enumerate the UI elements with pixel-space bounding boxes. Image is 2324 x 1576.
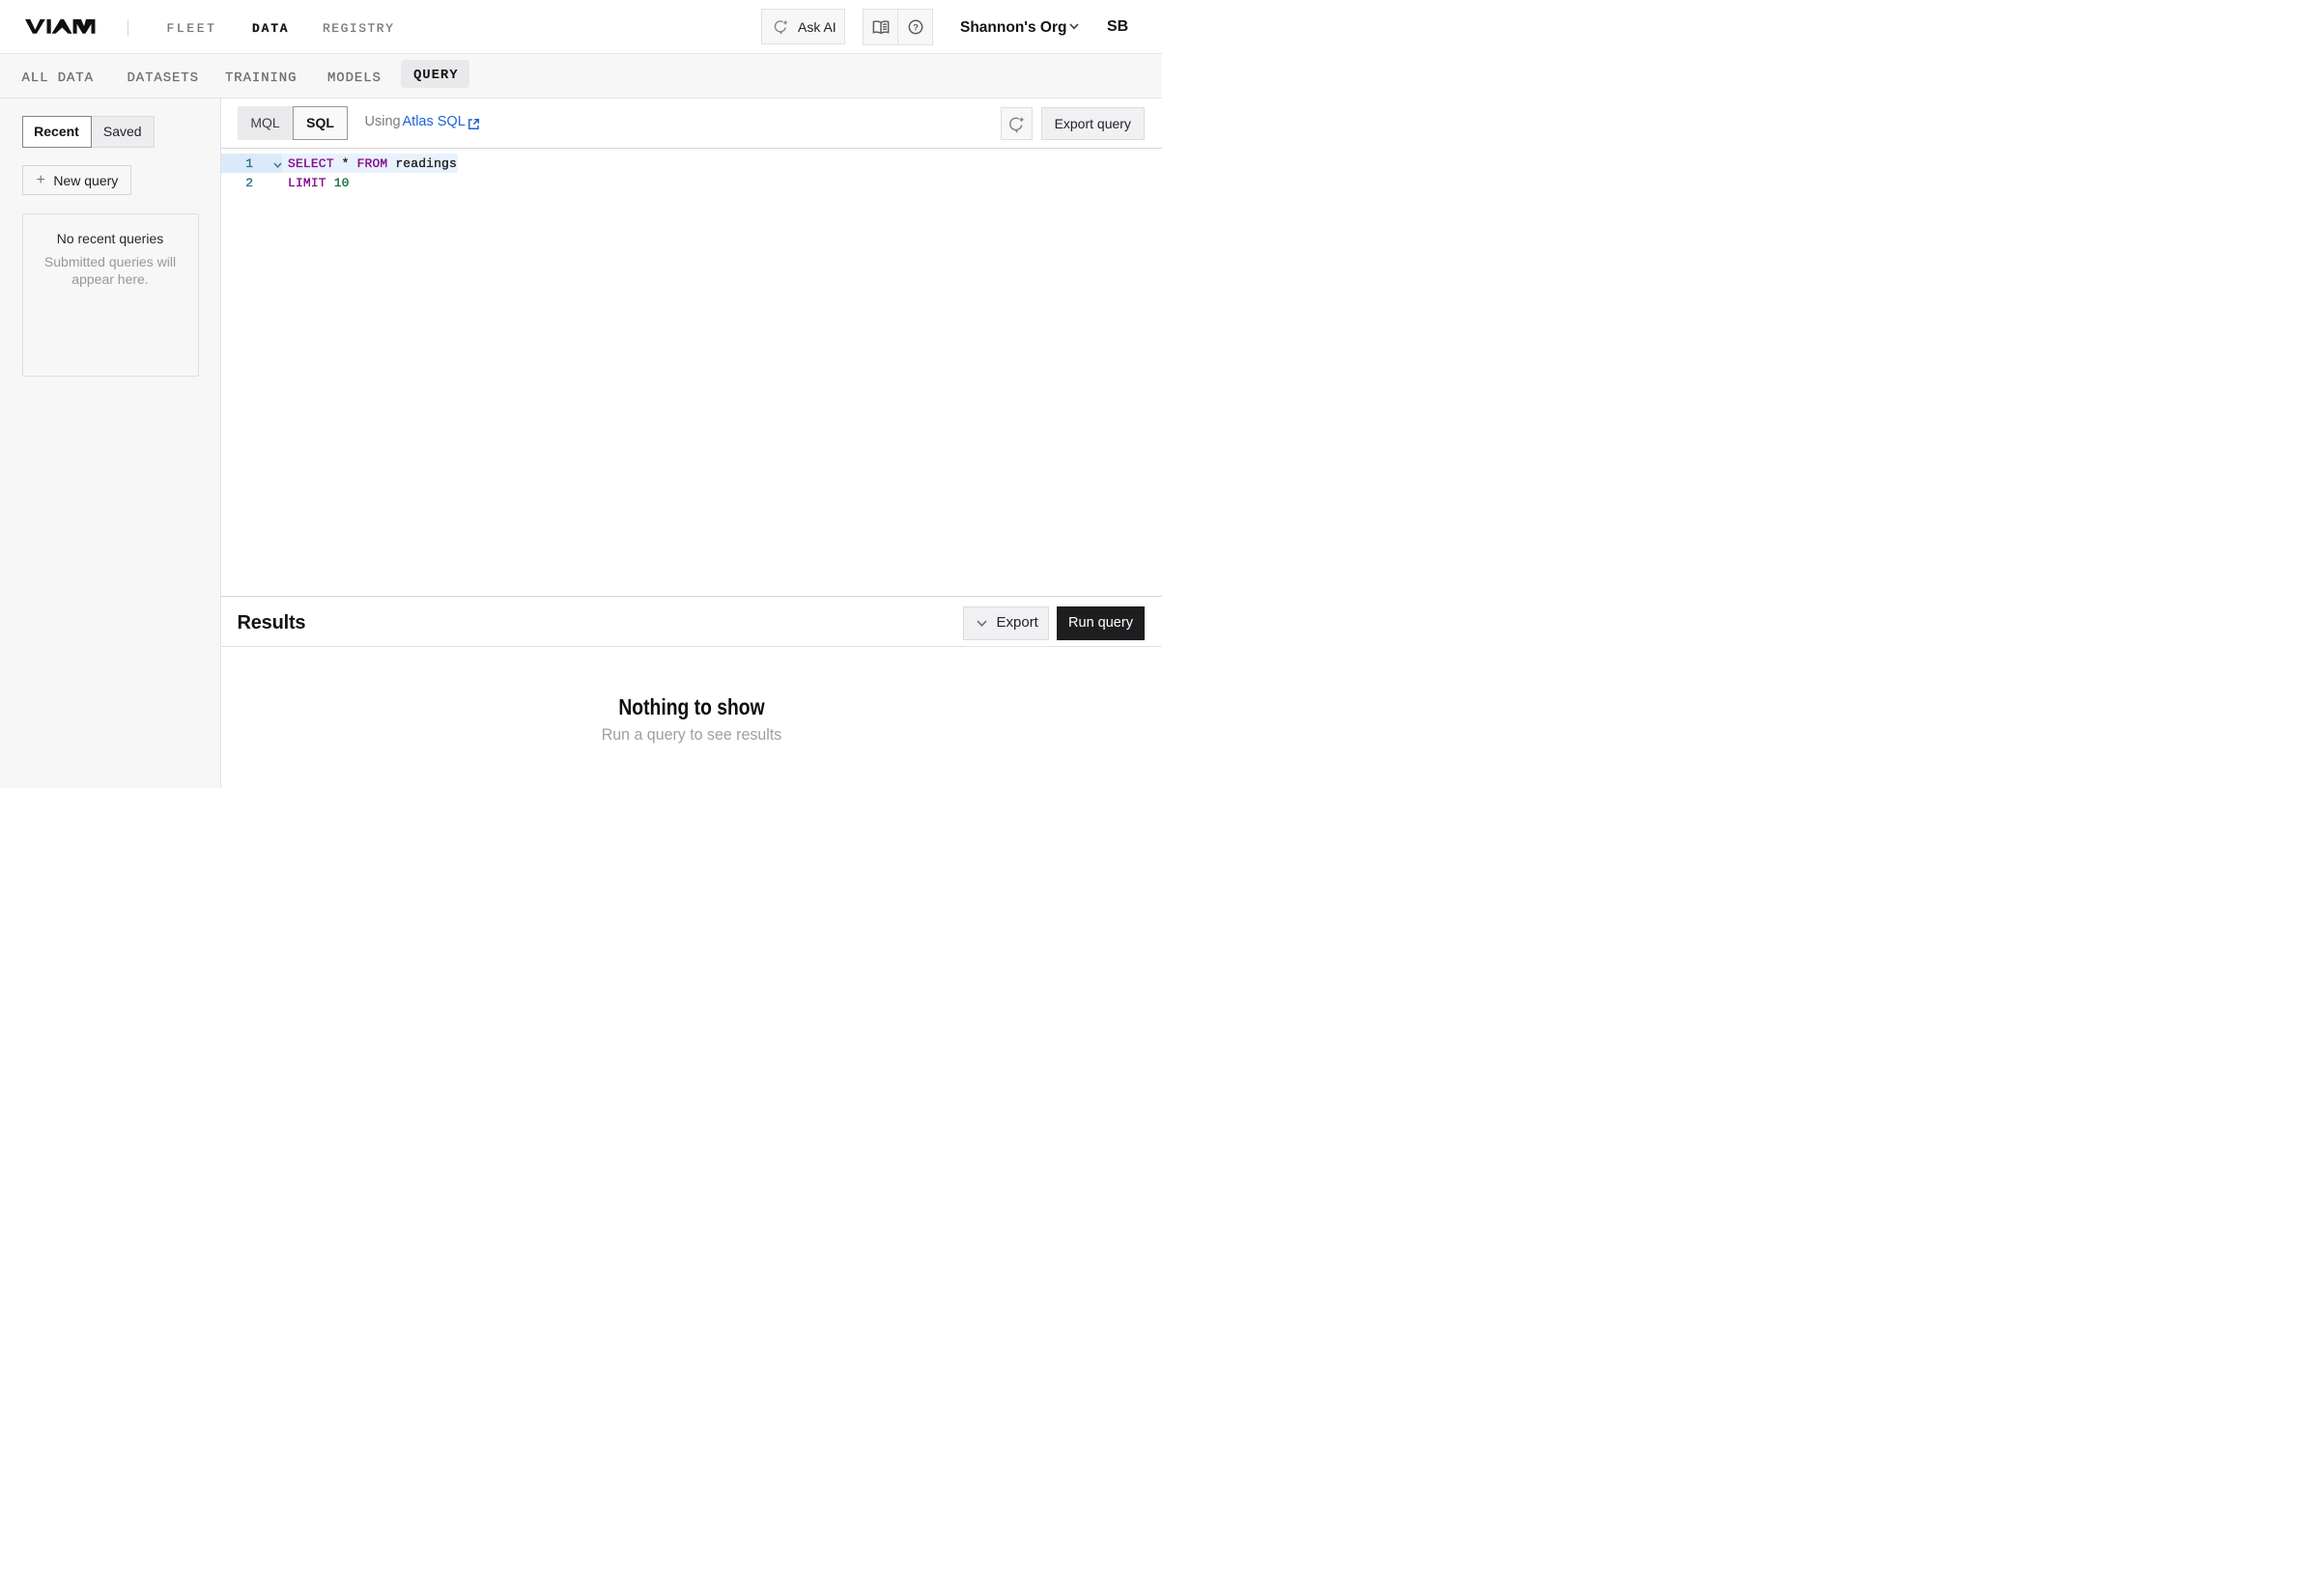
- svg-text:?: ?: [913, 22, 919, 33]
